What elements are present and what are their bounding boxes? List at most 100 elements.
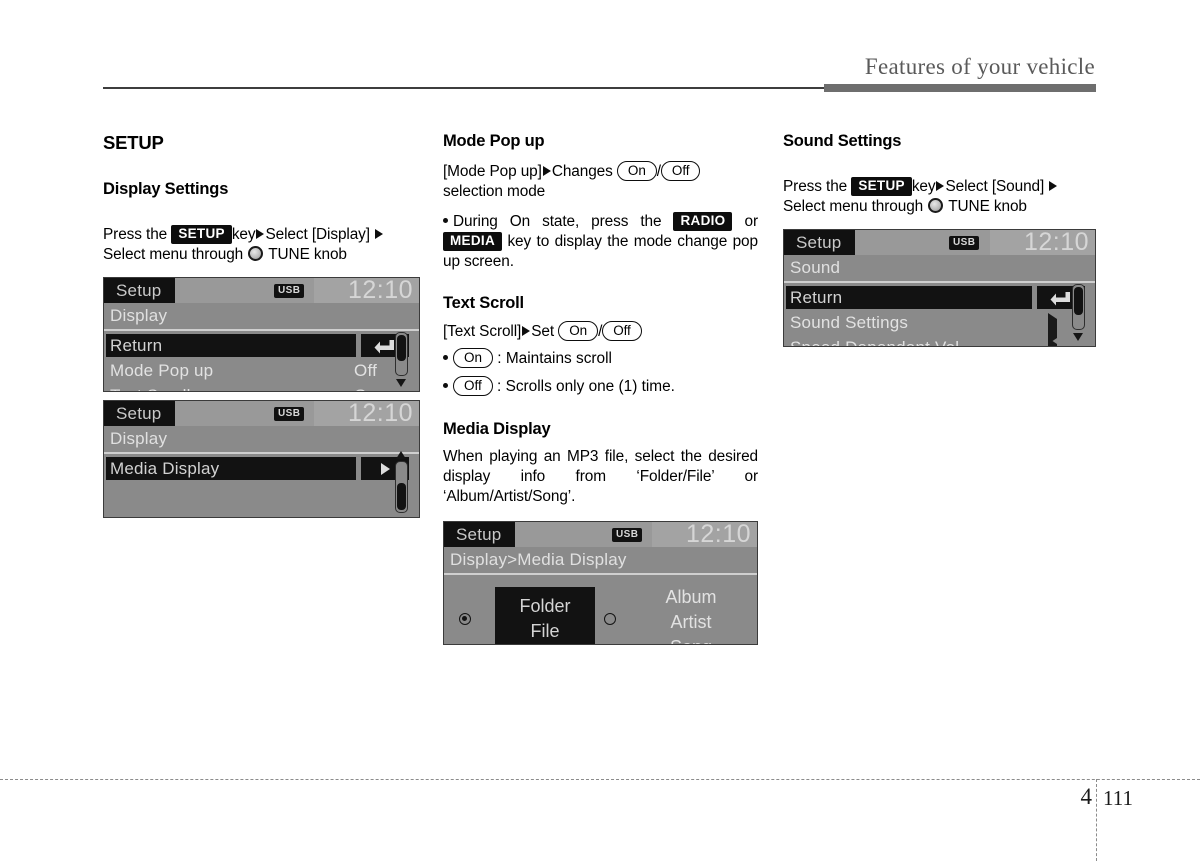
option-folder-file-line1: Folder [519,596,571,616]
scrollbar-thumb[interactable] [1074,287,1083,315]
lcd-row-label: Mode Pop up [110,361,214,380]
middle-column: Mode Pop up [Mode Pop up] Changes On / Off … [443,132,758,645]
lcd-screen-display-menu: Setup USB 12:10 Display Return Mode Pop … [103,277,420,392]
option-album-artist-song[interactable]: Album Artist Song [636,585,746,644]
text-scroll-bracket-text: [Text Scroll] [443,323,522,340]
subsection-title-mode-popup: Mode Pop up [443,132,545,150]
lcd-row-media-display[interactable]: Media Display [104,456,419,481]
radio-selected-icon[interactable] [459,613,471,625]
chevron-right-icon[interactable] [1048,338,1057,346]
instruction-text-3: Select [Display] [265,226,370,243]
mode-popup-bullet: During On state, press the RADIO or MEDI… [443,212,758,272]
lcd-row-mode-popup[interactable]: Mode Pop up Off [104,358,419,383]
arrow-right-icon [375,229,384,239]
tune-knob-icon [248,246,264,261]
lcd-row-value: On [354,383,377,391]
option-off-pill[interactable]: Off [453,376,493,396]
chevron-down-icon[interactable] [1073,333,1083,341]
left-column: SETUP Display Settings Press the SETUP ke… [103,132,420,518]
footer-vertical-divider [1096,779,1097,861]
lcd-tab-setup: Setup [444,522,516,547]
bullet-dot-icon [443,355,448,360]
instruction-text-2: key [231,226,256,243]
lcd-scrollbar[interactable] [395,451,408,514]
instruction-text-2: key [911,178,936,195]
bullet-dot-icon [443,218,448,223]
option-on-pill[interactable]: On [616,161,657,181]
return-arrow-glyph [374,339,394,353]
footer-divider [0,779,1200,780]
bullet-dot-icon [443,383,448,388]
chevron-down-icon[interactable] [396,379,406,387]
radio-unselected-icon[interactable] [604,613,616,625]
option-artist: Artist [670,612,712,632]
scrollbar-thumb[interactable] [397,335,406,361]
scrollbar-thumb[interactable] [397,483,406,510]
display-settings-instruction: Press the SETUP key Select [Display] Selec… [103,225,420,265]
mode-popup-bracket-text: [Mode Pop up] [443,163,542,180]
lcd-breadcrumb: Display [104,426,419,454]
lcd-breadcrumb: Sound [784,255,1095,283]
setup-key-badge[interactable]: SETUP [851,177,912,196]
media-key-badge[interactable]: MEDIA [443,232,502,251]
lcd-topbar: Setup USB 12:10 [104,400,419,427]
lcd-tab-setup: Setup [104,401,176,426]
lcd-row-text-scroll[interactable]: Text Scroll On [104,383,419,391]
option-on-pill[interactable]: On [453,348,494,368]
text-scroll-bullet-off: Off : Scrolls only one (1) time. [443,376,758,398]
return-arrow-glyph [1050,291,1070,305]
chevron-right-glyph [1048,338,1057,346]
lcd-row-sound-settings[interactable]: Sound Settings [784,310,1095,344]
page-title: Features of your vehicle [864,54,1095,79]
lcd-topbar: Setup USB 12:10 [104,278,419,304]
option-on-pill[interactable]: On [558,321,599,341]
lcd-screen-media-display-entry: Setup USB 12:10 Display Media Display [103,400,420,518]
lcd-row-return[interactable]: Return [784,285,1095,310]
lcd-row-return[interactable]: Return [104,333,419,358]
text-scroll-set-text: Set [531,323,555,340]
subsection-title-sound-settings: Sound Settings [783,132,902,150]
mode-popup-line2: selection mode [443,183,546,200]
section-title-setup: SETUP [103,132,164,153]
mode-popup-changes-text: Changes [551,163,613,180]
footer-chapter-number: 4 [1080,784,1093,809]
lcd-breadcrumb: Display>Media Display [444,547,757,575]
setup-key-badge[interactable]: SETUP [171,225,232,244]
lcd-clock: 12:10 [685,521,751,548]
lcd-row-speed-dependant-vol[interactable]: Speed Dependant Vol. [784,335,1095,346]
chevron-right-glyph [380,462,390,475]
chevron-up-icon[interactable] [396,451,406,459]
option-album: Album [665,587,717,607]
subsection-title-media-display: Media Display [443,420,551,438]
option-song: Song [636,635,746,644]
option-folder-file-line2: File [530,621,560,641]
lcd-screen-media-display-picker: Setup USB 12:10 Display>Media Display Fo… [443,521,758,645]
radio-key-badge[interactable]: RADIO [673,212,733,231]
footer-page-number: 111 [1103,786,1133,810]
lcd-tab-setup: Setup [784,230,856,255]
lcd-scrollbar[interactable] [1072,284,1085,344]
media-display-description: When playing an MP3 file, select the des… [443,448,758,505]
arrow-right-icon [542,166,551,176]
lcd-row-label: Sound Settings [790,313,909,332]
subsection-title-text-scroll: Text Scroll [443,294,524,312]
bullet-text-a: During On state, press the [453,213,662,230]
lcd-row-label: Speed Dependant Vol. [790,335,964,346]
lcd-row-value: Off [354,361,377,380]
right-column: Sound Settings Press the SETUP key Select … [783,132,1096,347]
mode-popup-description: [Mode Pop up] Changes On / Off selection mo… [443,161,758,202]
option-off-pill[interactable]: Off [602,321,642,341]
arrow-right-icon [1049,181,1058,191]
lcd-scrollbar[interactable] [395,332,408,390]
option-folder-file[interactable]: Folder File [495,587,595,644]
usb-badge-icon: USB [612,528,643,542]
lcd-row-label: Return [110,336,163,355]
media-display-options: Folder File Album Artist Song [444,575,757,644]
tune-knob-icon [928,198,944,213]
instruction-text-3: Select [Sound] [945,178,1045,195]
lcd-clock: 12:10 [347,400,413,427]
option-off-pill[interactable]: Off [660,161,701,181]
bullet-text-b: or [744,213,759,230]
instruction-text-1: Press the [103,226,168,243]
usb-badge-icon: USB [949,236,980,250]
